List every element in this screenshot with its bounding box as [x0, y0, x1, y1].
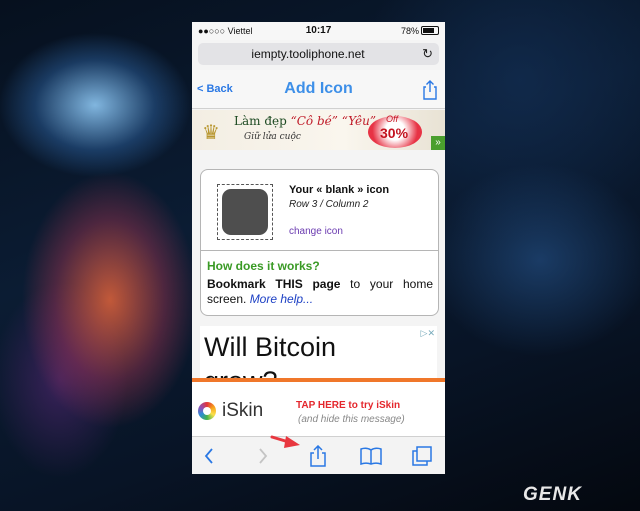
icon-position: Row 3 / Column 2 — [289, 199, 369, 210]
instructions-text: Bookmark THIS page to your home screen. … — [207, 277, 433, 306]
back-arrow-icon[interactable] — [202, 445, 216, 467]
discount-badge: Off 30% — [368, 114, 422, 148]
bookmarks-icon[interactable] — [360, 445, 382, 467]
banner-subline: Giữ lửa cuộc — [244, 132, 301, 142]
address-bar[interactable]: iempty.tooliphone.net ↻ — [198, 43, 439, 65]
blank-icon-preview — [217, 184, 273, 240]
banner-headline: Làm đẹp “Cô bé” “Yêu” — [234, 114, 377, 128]
page-title: Add Icon — [284, 80, 353, 97]
safari-toolbar — [192, 436, 445, 474]
share-icon[interactable] — [423, 80, 437, 105]
how-heading: How does it works? — [207, 259, 320, 273]
page-navbar: < Back Add Icon — [192, 70, 445, 109]
more-help-link[interactable]: More help... — [250, 292, 313, 306]
battery-percent: 78% — [400, 26, 419, 36]
genk-watermark: GENK — [523, 484, 582, 505]
banner-ad[interactable]: ♛ Làm đẹp “Cô bé” “Yêu” Giữ lửa cuộc Off… — [192, 110, 445, 150]
battery-indicator: 78% — [401, 26, 439, 36]
status-bar: ●●○○○ Viettel 10:17 78% — [192, 22, 445, 40]
ad-headline-2: grow? — [204, 366, 278, 378]
url-text: iempty.tooliphone.net — [251, 47, 365, 61]
change-icon-link[interactable]: change icon — [289, 226, 343, 237]
card-divider — [201, 250, 438, 251]
promo-hide-text: (and hide this message) — [298, 414, 405, 425]
icon-title: Your « blank » icon — [289, 184, 390, 196]
iskin-logo-icon — [198, 402, 216, 420]
battery-icon — [421, 26, 439, 35]
crown-icon: ♛ — [202, 122, 220, 144]
promo-bar[interactable]: iSkin TAP HERE to try iSkin (and hide th… — [192, 378, 445, 440]
ad-headline: Will Bitcoin — [204, 332, 337, 362]
promo-tap-text[interactable]: TAP HERE to try iSkin — [296, 400, 400, 411]
icon-card: Your « blank » icon Row 3 / Column 2 cha… — [200, 169, 439, 316]
phone-screen: ●●○○○ Viettel 10:17 78% iempty.tooliphon… — [192, 22, 445, 474]
promo-app-name: iSkin — [222, 400, 264, 421]
ad-more-icon[interactable]: » — [431, 136, 445, 150]
blank-icon — [222, 189, 268, 235]
forward-arrow-icon[interactable] — [256, 445, 270, 467]
share-toolbar-icon[interactable] — [309, 445, 327, 467]
reload-icon[interactable]: ↻ — [422, 46, 433, 62]
pointer-arrow-icon — [270, 435, 300, 448]
adchoices-icon[interactable]: ▷✕ — [421, 328, 435, 339]
bitcoin-ad[interactable]: Will Bitcoin grow? ▷✕ — [200, 326, 437, 378]
tabs-icon[interactable] — [412, 445, 432, 467]
